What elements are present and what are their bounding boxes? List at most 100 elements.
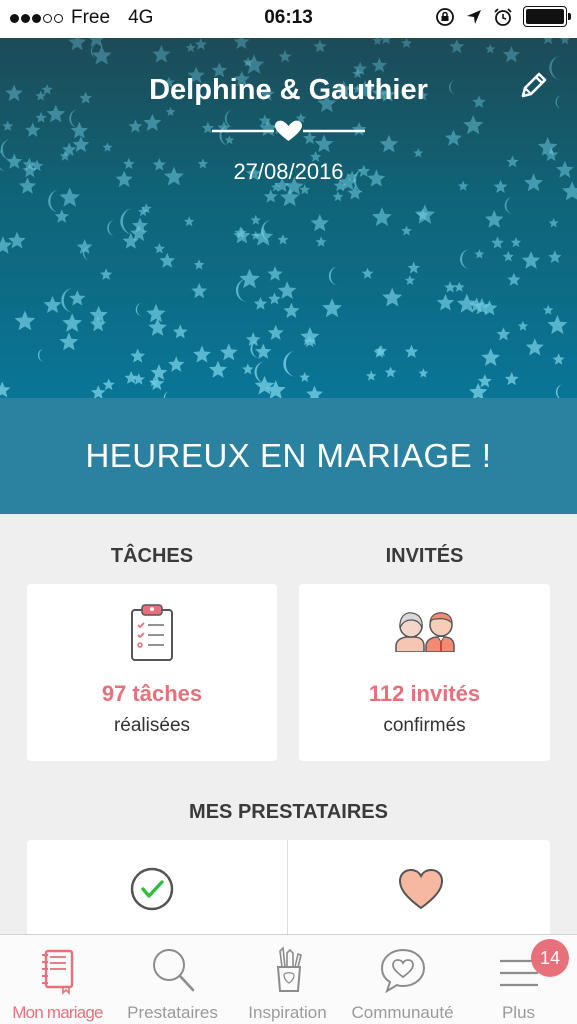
star-shape [267,266,283,281]
star-shape [502,46,520,63]
star-shape [542,304,554,315]
star-shape [25,122,41,137]
status-bar: Free 4G 06:13 [0,0,577,38]
heart-icon [275,120,302,141]
star-shape [444,129,462,146]
moon-shape [107,219,116,237]
heart-icon [398,868,444,910]
star-shape [128,119,143,133]
star-shape [146,303,166,323]
star-shape [194,38,208,50]
star-shape [150,364,168,380]
star-shape [525,338,544,356]
vendors-favorites-cell[interactable] [288,840,550,940]
star-shape [268,292,281,305]
tasks-card[interactable]: 97 tâches réalisées [27,584,277,761]
status-left: Free 4G [10,7,153,29]
star-shape [332,191,344,202]
tab-bar: Mon mariage Prestataires Inspiration Com… [0,934,577,1024]
edit-pencil-icon[interactable] [517,68,551,102]
star-shape [143,113,162,131]
star-shape [517,320,529,331]
star-shape [548,250,562,263]
star-shape [250,214,261,225]
star-shape [100,268,113,280]
star-shape [153,243,165,254]
star-shape [263,189,278,203]
star-shape [0,381,11,398]
star-shape [548,218,559,228]
clipboard-icon [131,604,173,661]
pencil-cup-icon [276,946,302,992]
star-shape [361,267,374,279]
moon-shape [0,139,12,160]
star-shape [372,38,383,45]
vendors-card [27,840,550,940]
star-shape [277,234,289,245]
star-shape [510,237,522,248]
star-shape [449,39,465,54]
star-shape [547,314,568,335]
star-shape [306,385,323,398]
signal-strength-icon [10,13,63,23]
star-shape [444,281,456,293]
hero-header: Delphine & Gauthier 27/08/2016 [0,38,577,398]
star-shape [401,38,412,48]
moon-shape [328,266,339,286]
star-shape [502,250,514,262]
star-shape [413,148,424,158]
moon-shape [37,348,45,362]
tasks-caption: réalisées [113,715,191,736]
star-shape [59,187,80,207]
moon-shape [163,391,170,398]
star-shape [91,385,106,398]
star-shape [543,38,553,45]
star-shape [372,207,392,226]
star-shape [152,45,171,63]
star-shape [373,346,386,358]
couple-icon [394,612,455,652]
star-shape [414,204,436,224]
star-shape [404,344,419,358]
guests-title: INVITÉS [385,545,464,567]
check-circle-icon [130,867,174,911]
star-shape [46,104,66,123]
battery-icon [523,6,571,27]
notification-badge: 14 [531,939,569,977]
star-shape [91,45,112,65]
moon-shape [283,350,297,377]
star-shape [277,281,297,299]
star-shape [491,236,504,249]
star-shape [381,38,391,45]
star-shape [184,216,195,227]
star-shape [168,356,185,372]
tab-prestataires[interactable]: Prestataires [115,935,230,1024]
star-shape [69,290,86,306]
moon-shape [460,249,470,270]
star-shape [469,382,488,398]
star-shape [159,252,176,268]
star-shape [463,115,484,135]
tab-inspiration[interactable]: Inspiration [230,935,345,1024]
star-shape [219,343,238,361]
alarm-icon [494,7,512,26]
tab-mon-mariage[interactable]: Mon mariage [0,935,115,1024]
wedding-date: 27/08/2016 [233,159,344,184]
star-shape [14,310,36,331]
star-shape [313,39,327,53]
star-shape [283,302,300,318]
star-shape [401,225,412,236]
rotation-lock-icon [436,7,454,26]
guests-card[interactable]: 112 invités confirmés [299,584,550,761]
tab-communaute[interactable]: Communauté [345,935,460,1024]
star-shape [172,324,188,339]
tab-plus[interactable]: 14 Plus [460,935,577,1024]
notebook-icon [41,949,73,995]
married-banner: HEUREUX EN MARIAGE ! [0,398,577,514]
vendors-booked-cell[interactable] [27,840,287,940]
moon-shape [135,302,143,317]
star-shape [474,249,485,259]
star-shape [322,298,342,318]
vendors-title: MES PRESTATAIRES [189,801,388,823]
star-shape [504,372,519,386]
